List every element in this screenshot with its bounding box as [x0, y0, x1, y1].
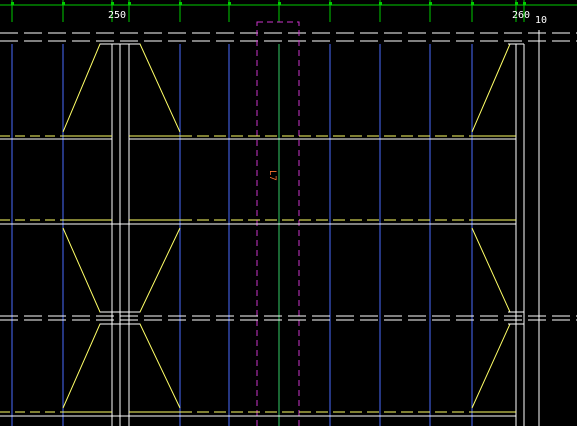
- dimension-label-left: 250: [108, 10, 126, 21]
- cad-drawing-canvas[interactable]: 250 260 10 L7: [0, 0, 577, 426]
- right-diagonal-braces: [471, 43, 516, 409]
- grid-vertical-lines: [11, 44, 473, 426]
- dimension-label-far-right: 10: [535, 15, 547, 26]
- left-diagonal-braces: [62, 43, 181, 409]
- region-label: L7: [267, 170, 277, 181]
- horizontal-row-3: [0, 315, 577, 321]
- top-boundary-lines: [0, 32, 577, 42]
- horizontal-row-1: [0, 135, 516, 140]
- dimension-line-top: [0, 0, 577, 22]
- column-white-lines: [111, 30, 540, 426]
- dimension-label-right: 260: [512, 10, 530, 21]
- horizontal-row-4: [0, 411, 516, 417]
- horizontal-row-2: [0, 219, 516, 225]
- brace-caps: [100, 43, 524, 325]
- cad-drawing[interactable]: 250 260 10 L7: [0, 0, 577, 426]
